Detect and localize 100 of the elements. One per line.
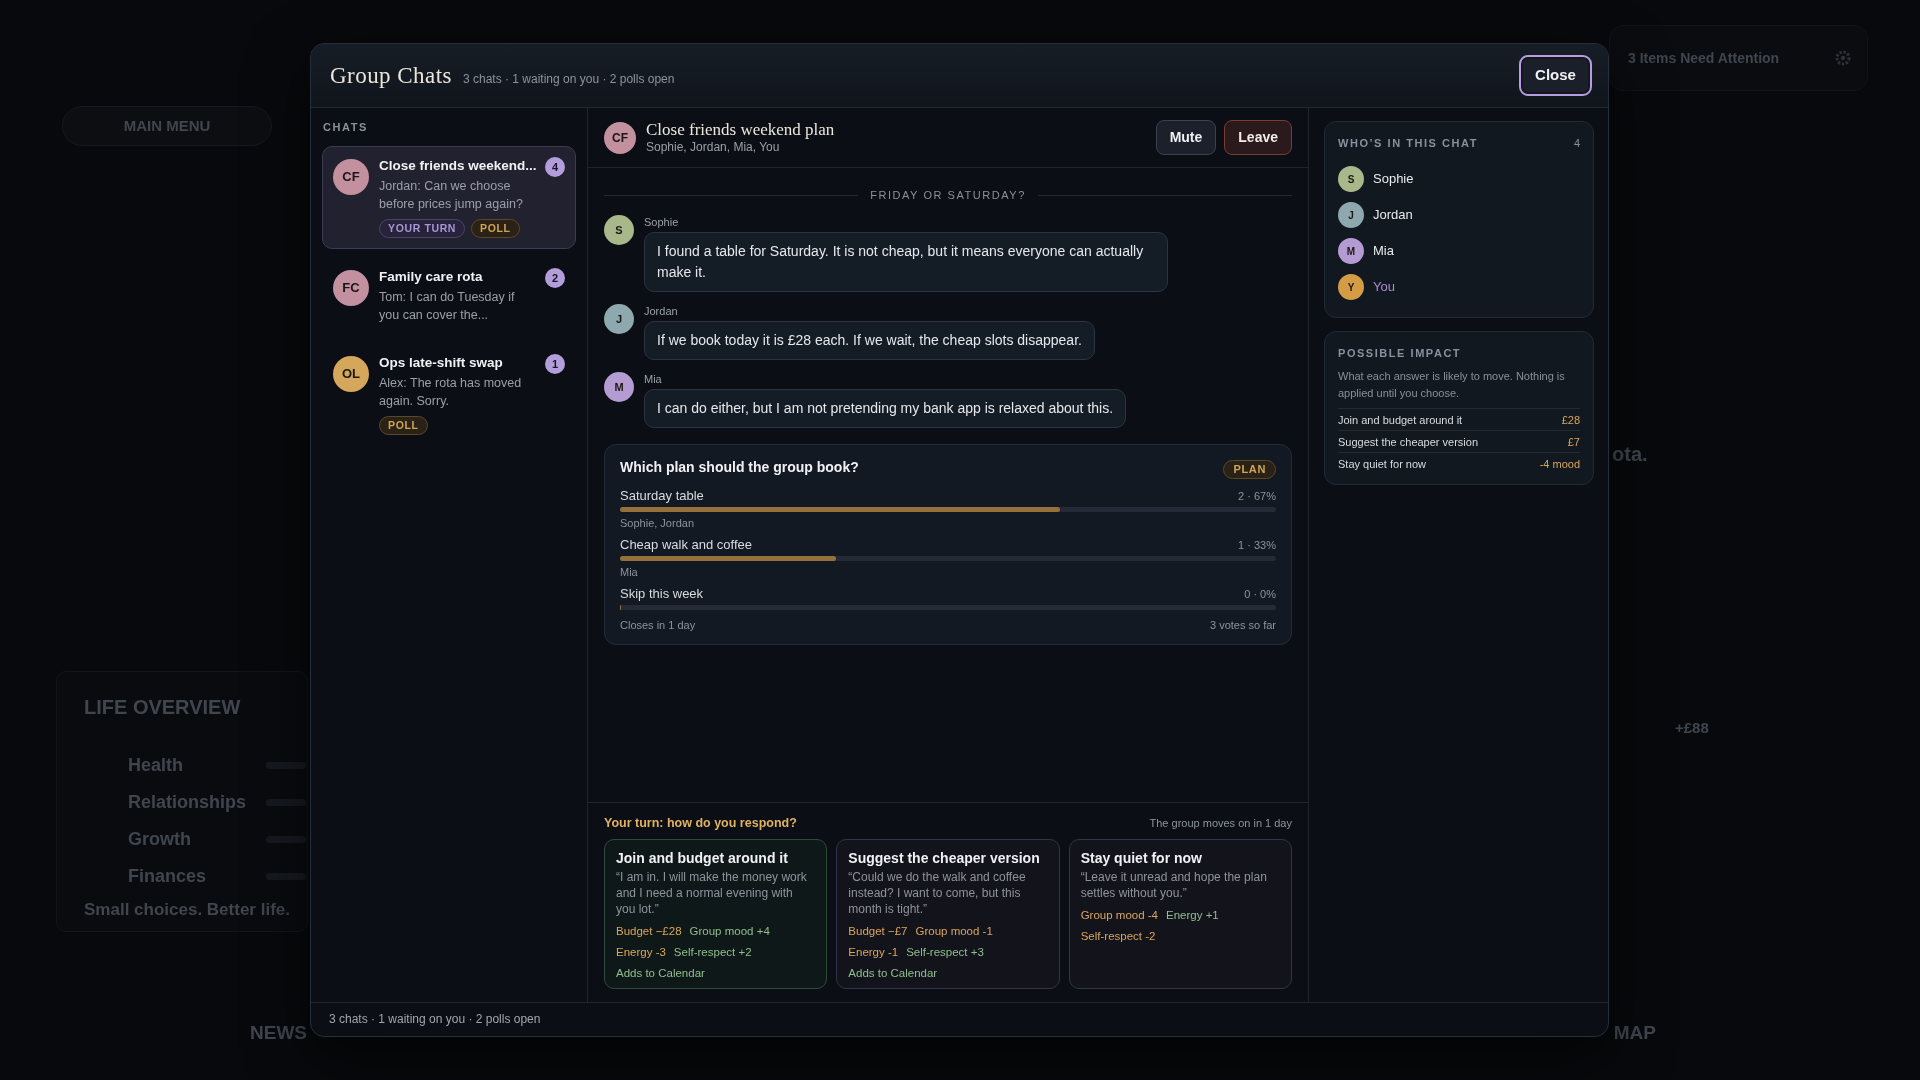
message-preview: Jordan: Can we choose before prices jump again? [379,178,524,213]
response-card[interactable]: Join and budget around it “I am in. I will make the money work and I need a normal evening with you lot.” Budget −£28 Group mood +4 Energy -3 Self-respect +2 Adds to Calendar [604,839,828,989]
card-heading: POSSIBLE IMPACT [1338,346,1463,360]
chat-list-item[interactable]: CF Close friends weekend... 4 Jordan: Can we choose before prices jump again? YOUR TURN POLL [322,146,576,249]
impact-value: £28 [1561,412,1580,427]
message-bubble: If we book today it is £28 each. If we wait, the cheap slots disappear. [644,321,1095,360]
chat-list-item[interactable]: OL Ops late-shift swap 1 Alex: The rota has moved again. Sorry. POLL [322,343,576,446]
category-label: Finances [128,865,208,888]
card-title: Join and budget around it [616,849,789,867]
poll-option-label: Saturday table [620,487,704,504]
voter-names: Mia [620,565,639,579]
deadline-text: The group moves on in 1 day [1149,816,1292,830]
conversation-title: Close friends weekend plan [646,120,835,140]
response-card[interactable]: Suggest the cheaper version “Could we do the walk and coffee instead? I want to come, but this month is tight.” Budget −£7 Group mood -1 Energy -1 Self-respect +3 Adds to Calendar [836,839,1060,989]
avatar: CF [333,159,369,195]
effect-text: Self-respect -2 [1080,928,1156,943]
avatar: OL [333,356,369,392]
quote-text: “Leave it unread and hope the plan settles without you.” [1080,869,1268,901]
impact-label: Suggest the cheaper version [1338,434,1479,449]
avatar: FC [333,270,369,306]
footer-text: 3 chats · 1 waiting on you · 2 polls open [329,1012,541,1027]
note-text: Adds to Calendar [616,966,706,980]
poll-deadline: Closes in 1 day [620,618,696,632]
sender-name: Mia [644,372,662,386]
message-preview: Tom: I can do Tuesday if you can cover the... [379,289,516,324]
impact-label: Stay quiet for now [1338,456,1427,471]
close-button[interactable]: Close [1519,55,1592,96]
category-label: Health [128,754,184,777]
member-name: Mia [1373,243,1394,259]
settings-icon [1835,50,1851,66]
unread-count: 1 [545,354,565,374]
message-bubble: I found a table for Saturday. It is not cheap, but it means everyone can actually make it. [644,232,1168,292]
avatar: S [1338,166,1364,192]
amount-text: +£88 [1675,719,1710,737]
poll-option-label: Skip this week [620,585,704,602]
chat-title: Family care rota [379,268,483,286]
card-heading: WHO’S IN THIS CHAT [1338,136,1478,150]
effect-text: Budget −£7 [848,923,908,938]
modal-title: Group Chats [330,61,452,90]
tag: POLL [471,219,520,238]
tag: YOUR TURN [379,219,466,238]
poll-option-label: Cheap walk and coffee [620,536,753,553]
unread-count: 2 [545,268,565,288]
avatar: S [604,215,634,245]
panel-title: LIFE OVERVIEW [84,695,242,719]
avatar: Y [1338,274,1364,300]
avatar: J [1338,202,1364,228]
avatar: CF [604,121,636,154]
avatar: M [604,372,634,402]
leave-button[interactable]: Leave [1224,120,1292,155]
member-name: Jordan [1373,207,1413,223]
avatar: M [1338,238,1364,264]
mute-button[interactable]: Mute [1155,120,1217,155]
member-count: 4 [1573,136,1580,150]
impact-value: -4 mood [1539,456,1580,471]
effect-text: Group mood -4 [1080,907,1158,922]
card-title: Stay quiet for now [1080,849,1203,867]
vote-count: 1 · 33% [1238,538,1276,553]
impact-value: £7 [1567,434,1580,449]
effect-text: Energy -1 [848,944,899,959]
description-text: What each answer is likely to move. Nothing is applied until you choose. [1338,369,1566,401]
sender-name: Sophie [644,215,679,229]
impact-label: Join and budget around it [1338,412,1463,427]
tag: POLL [379,416,428,435]
vote-count: 0 · 0% [1244,587,1276,602]
unread-count: 4 [545,157,565,177]
tag: PLAN [1223,460,1276,479]
chat-list-item[interactable]: FC Family care rota 2 Tom: I can do Tuesday if you can cover the... [322,257,576,335]
message-preview: Alex: The rota has moved again. Sorry. [379,375,523,410]
chat-title: Ops late-shift swap [379,354,503,372]
alert-text: 3 Items Need Attention [1628,48,1780,68]
member-name: You [1373,279,1395,295]
divider-label: FRIDAY OR SATURDAY? [870,188,1026,202]
prompt-text: Your turn: how do you respond? [604,815,797,831]
avatar: J [604,304,634,334]
voter-names: Sophie, Jordan [620,516,695,530]
response-card[interactable]: Stay quiet for now “Leave it unread and hope the plan settles without you.” Group mood -4 Energy +1 Self-respect -2 [1068,839,1292,989]
member-names: Sophie, Jordan, Mia, You [646,140,781,155]
category-label: Relationships [128,791,248,814]
category-label: Growth [128,828,192,851]
poll-question: Which plan should the group book? [620,458,859,476]
effect-text: Self-respect +2 [673,944,752,959]
note-text: Adds to Calendar [848,966,939,980]
vote-total: 3 votes so far [1209,618,1276,632]
cut-off-text: ota. [1612,442,1649,466]
sender-name: Jordan [644,304,678,318]
quote-text: “Could we do the walk and coffee instead? I want to come, but this month is tight.” [848,869,1027,917]
vote-count: 2 · 67% [1238,489,1276,504]
tagline-text: Small choices. Better life. [84,899,291,921]
chat-title: Close friends weekend... [379,157,537,175]
effect-text: Group mood -1 [915,923,993,938]
card-title: Suggest the cheaper version [848,849,1041,867]
quote-text: “I am in. I will make the money work and I need a normal evening with you lot.” [616,869,808,917]
summary-text: 3 chats · 1 waiting on you · 2 polls open [463,71,675,87]
effect-text: Energy +1 [1166,907,1219,922]
effect-text: Group mood +4 [689,923,770,938]
message-bubble: I can do either, but I am not pretending my bank app is relaxed about this. [644,389,1127,428]
effect-text: Budget −£28 [616,923,682,938]
section-heading: CHATS [322,120,369,134]
effect-text: Self-respect +3 [906,944,984,959]
